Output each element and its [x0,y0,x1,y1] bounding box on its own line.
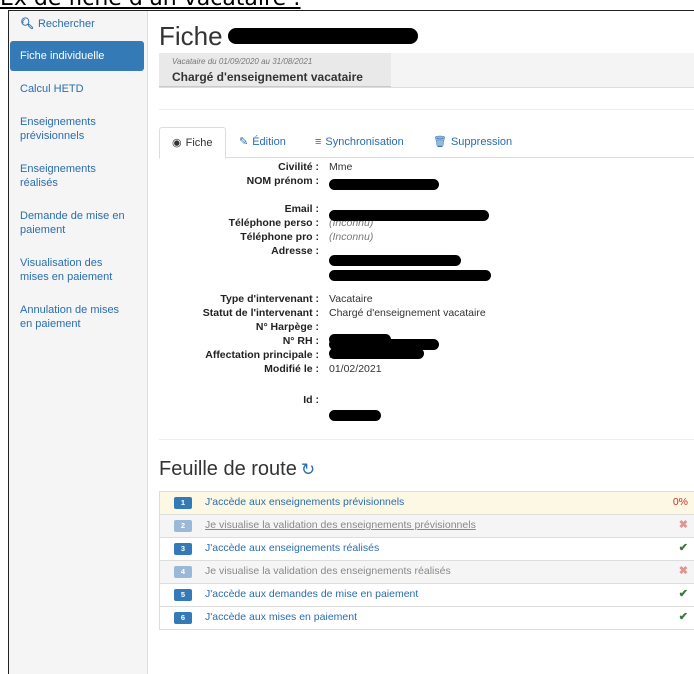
field-label: Email : [284,203,319,215]
sidebar-item-enseignements-realises[interactable]: Enseignements réalisés [10,157,144,196]
tab-label: Fiche [185,137,213,149]
redacted-email-value [329,210,489,221]
field-label: Statut de l'intervenant : [202,307,319,319]
tab-suppression[interactable]: 🗑︎ Suppression [421,127,524,156]
step-number: 1 [174,497,192,509]
field-value: (Inconnu) [329,231,374,243]
redacted-name [228,28,418,44]
sidebar-item-label: Rechercher [37,18,95,30]
field-label: Id : [303,394,319,406]
refresh-icon[interactable]: ↻ [301,460,315,479]
field-label: Modifié le : [264,363,319,375]
step-number: 4 [174,566,192,578]
field-label: Civilité : [278,161,319,173]
divider [159,109,694,110]
roadmap-title-text: Feuille de route [159,458,297,480]
tab-edition[interactable]: ✎ Édition [227,127,298,156]
tab-label: Suppression [450,136,513,148]
roadmap-step-2[interactable]: 2 Je visualise la validation des enseign… [159,514,694,537]
contract-period: Vacataire du 01/09/2020 au 31/08/2021 [172,57,313,66]
field-value: Vacataire [329,293,373,305]
step-number: 3 [174,543,192,555]
pencil-icon: ✎ [239,136,249,148]
sidebar-item-demande-mise-en-paiement[interactable]: Demande de mise en paiement [10,204,144,243]
check-icon: ✔ [678,588,688,600]
roadmap-title: Feuille de route ↻ [159,458,315,481]
redacted-harpege-value [329,334,391,345]
tab-synchronisation[interactable]: ≡ Synchronisation [303,127,416,156]
tab-label: Édition [252,136,286,148]
step-link[interactable]: Je visualise la validation des enseignem… [205,565,451,577]
field-label: N° RH : [282,335,319,347]
field-value: 01/02/2021 [329,363,382,375]
field-label: Téléphone perso : [228,217,319,229]
tab-label: Synchronisation [325,136,404,148]
field-label: Affectation principale : [205,349,319,361]
field-value: Chargé d'enseignement vacataire [329,307,486,319]
status-title: Chargé d'enseignement vacataire [172,70,363,84]
sidebar-item-annulation-mises-en-paiement[interactable]: Annulation de mises en paiement [10,298,144,337]
roadmap-step-4[interactable]: 4 Je visualise la validation des enseign… [159,560,694,583]
step-link[interactable]: J'accède aux enseignements réalisés [205,542,379,554]
redacted-rh-value [329,348,424,359]
field-label: NOM prénom : [246,175,319,187]
step-link[interactable]: J'accède aux enseignements prévisionnels [205,496,404,508]
status-header: Vacataire du 01/09/2020 au 31/08/2021 Ch… [159,53,391,87]
search-icon: 🔍︎ [20,18,34,30]
redacted-address-line1 [329,255,461,266]
step-progress: 0% [672,496,688,508]
redacted-address-line2 [329,270,491,281]
divider [159,439,694,440]
field-label: Adresse : [271,245,319,257]
step-number: 2 [174,520,192,532]
step-number: 6 [174,612,192,624]
step-link[interactable]: Je visualise la validation des enseignem… [205,519,476,531]
field-value: Mme [329,161,353,173]
step-number: 5 [174,589,192,601]
step-link[interactable]: J'accède aux demandes de mise en paiemen… [205,588,418,600]
sidebar-item-enseignements-previsionnels[interactable]: Enseignements prévisionnels [10,110,144,149]
redacted-id-value [329,410,381,421]
roadmap-step-6[interactable]: 6 J'accède aux mises en paiement ✔ [159,606,694,630]
cross-icon: ✖ [678,519,688,531]
trash-icon: 🗑︎ [433,136,447,148]
document-caption: Ex de fiche d'un vacataire : [0,0,380,10]
eye-icon: ◉ [172,137,182,149]
step-link[interactable]: J'accède aux mises en paiement [205,611,357,623]
field-label: Téléphone pro : [240,231,319,243]
app-window: 🔍︎ Rechercher Fiche individuelle Calcul H… [8,10,694,674]
field-label: N° Harpège : [255,321,319,333]
sidebar: 🔍︎ Rechercher Fiche individuelle Calcul H… [9,11,148,674]
field-label: Type d'intervenant : [220,293,319,305]
tab-fiche[interactable]: ◉ Fiche [159,127,226,159]
sync-icon: ≡ [315,136,322,148]
sidebar-item-fiche-individuelle[interactable]: Fiche individuelle [10,41,144,71]
roadmap-step-5[interactable]: 5 J'accède aux demandes de mise en paiem… [159,583,694,606]
sidebar-item-visualisation-mises-en-paiement[interactable]: Visualisation des mises en paiement [10,251,144,290]
check-icon: ✔ [678,542,688,554]
check-icon: ✔ [678,611,688,623]
roadmap-step-1[interactable]: 1 J'accède aux enseignements prévisionne… [159,491,694,514]
sidebar-item-calcul-hetd[interactable]: Calcul HETD [10,77,144,102]
roadmap-step-3[interactable]: 3 J'accède aux enseignements réalisés ✔ [159,537,694,560]
page-title: Fiche [159,21,223,51]
main-content: Fiche Vacataire du 01/09/2020 au 31/08/2… [159,11,694,674]
tab-bar: ◉ Fiche ✎ Édition ≡ Synchronisation 🗑︎ Suppr… [159,127,694,159]
cross-icon: ✖ [678,565,688,577]
redacted-nom-value [329,179,439,190]
sidebar-item-search[interactable]: 🔍︎ Rechercher [10,11,144,37]
